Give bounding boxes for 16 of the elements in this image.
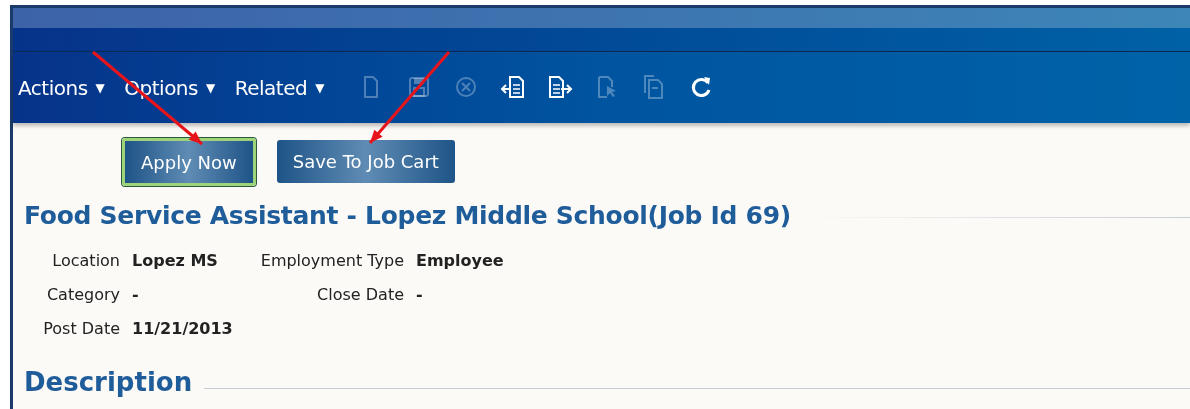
field-value: - [416, 283, 424, 306]
field-label: Category [45, 283, 120, 306]
menu-button[interactable]: Actions ▼ [18, 72, 105, 103]
action-button[interactable]: Save To Job Cart [276, 140, 455, 183]
field-value: 11/21/2013 [132, 317, 232, 340]
menu-button[interactable]: Related ▼ [234, 72, 324, 103]
field-value: - [132, 283, 140, 306]
field-label: Close Date [316, 283, 404, 306]
field-value: Employee [416, 249, 505, 272]
field-value: Lopez MS [132, 249, 219, 272]
job-title: Food Service Assistant - Lopez Middle School(Job Id 69) [24, 200, 791, 232]
action-button[interactable]: Apply Now [122, 138, 256, 186]
field-label: Location [51, 249, 120, 272]
field-label: Employment Type [259, 249, 404, 272]
section-heading: Description [24, 365, 193, 399]
field-label: Post Date [42, 317, 120, 340]
